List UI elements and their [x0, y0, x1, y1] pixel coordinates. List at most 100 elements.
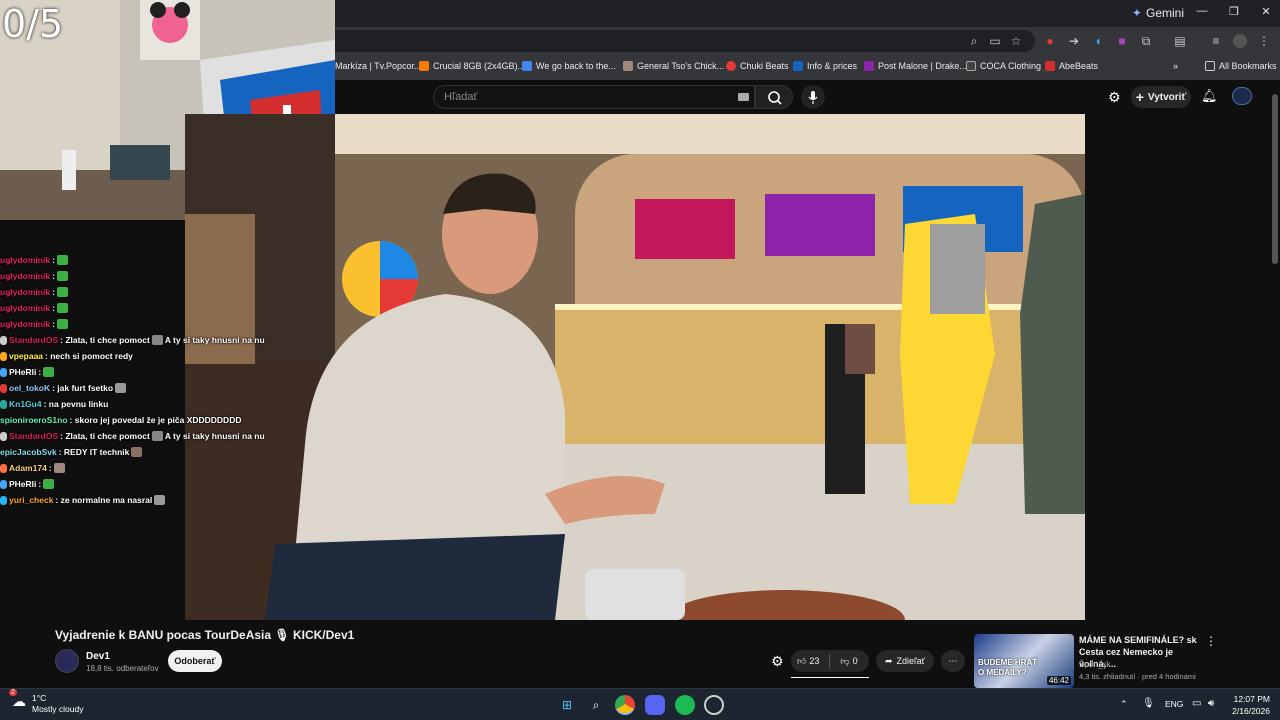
search-icon[interactable]: ⌕: [586, 695, 606, 715]
chat-username[interactable]: uglydominik: [0, 287, 50, 297]
bookmark-item[interactable]: We go back to the...: [522, 61, 616, 71]
chat-message: yuri_check: ze normalne ma nasral: [0, 492, 290, 508]
create-button[interactable]: + Vytvoriť: [1131, 86, 1191, 108]
bookmark-favicon-icon: [726, 61, 736, 71]
like-button[interactable]: 👍︎ 23: [797, 656, 819, 667]
microphone-tray-icon[interactable]: 🎙︎: [1142, 698, 1155, 709]
cast-icon[interactable]: ▭: [988, 34, 1002, 48]
user-badge-icon: [0, 351, 7, 361]
gear-icon[interactable]: ⚙: [771, 653, 784, 670]
chrome-icon[interactable]: [615, 695, 635, 715]
recommended-menu-icon[interactable]: ⋮: [1205, 634, 1217, 648]
share-label: Zdieľať: [896, 656, 926, 666]
system-clock[interactable]: 12:07 PM 2/16/2026: [1232, 693, 1270, 717]
video-frame: [185, 114, 1085, 620]
extensions-puzzle-icon[interactable]: ⧉: [1139, 34, 1153, 48]
chat-username[interactable]: uglydominik: [0, 255, 50, 265]
chat-username[interactable]: Kn1Gu4: [9, 399, 42, 409]
playlist-icon[interactable]: ≡: [1209, 34, 1223, 48]
dislike-button[interactable]: 👎︎ 0: [840, 656, 857, 667]
account-avatar[interactable]: [1232, 87, 1252, 105]
extension-purple-icon[interactable]: ■: [1115, 34, 1129, 48]
chat-emote-icon: [151, 335, 163, 345]
keyboard-icon[interactable]: [738, 93, 749, 101]
bookmark-favicon-icon: [623, 61, 633, 71]
notifications-bell-icon[interactable]: 🔔︎: [1201, 88, 1218, 104]
tray-chevron-icon[interactable]: ⌃: [1120, 699, 1128, 710]
steam-icon[interactable]: [704, 695, 724, 715]
chat-message: StandardOS: Zlata, ti chce pomoct A ty si…: [0, 428, 290, 444]
chat-message: epicJacobSvk: REDY IT technik: [0, 444, 290, 460]
chat-text: :: [52, 271, 55, 281]
chat-username[interactable]: PHeRli: [9, 367, 36, 377]
chat-username[interactable]: oel_tokoK: [9, 383, 50, 393]
chat-username[interactable]: epicJacobSvk: [0, 447, 57, 457]
gemini-icon: ✦: [1131, 6, 1142, 20]
subscribe-button[interactable]: Odoberať: [168, 650, 222, 672]
gear-icon[interactable]: ⚙: [1108, 89, 1121, 106]
chat-username[interactable]: spioniroeroS1no: [0, 415, 68, 425]
like-ratio-bar: [791, 677, 869, 678]
weather-description: Mostly cloudy: [32, 704, 84, 714]
profile-avatar[interactable]: [1233, 34, 1247, 48]
stream-chat: uglydominik : uglydominik : uglydominik :u…: [0, 252, 290, 512]
chat-username[interactable]: Adam174: [9, 463, 47, 473]
maximize-button[interactable]: ❐: [1224, 5, 1244, 21]
page-scrollbar[interactable]: [1272, 94, 1278, 264]
channel-avatar[interactable]: [55, 649, 79, 673]
search-icon: [768, 91, 782, 105]
chat-username[interactable]: uglydominik: [0, 319, 50, 329]
share-button[interactable]: ➦ Zdieľať: [876, 650, 934, 672]
chat-message: PHeRli:: [0, 476, 290, 492]
voice-search-button[interactable]: [801, 85, 825, 109]
recommended-thumbnail[interactable]: BUDEME HRAŤ O MEDAILY? 46:42: [974, 634, 1074, 688]
bookmark-item[interactable]: COCA Clothing: [966, 61, 1041, 71]
bookmarks-overflow-icon[interactable]: »: [1173, 61, 1178, 71]
chat-username[interactable]: StandardOS: [9, 431, 58, 441]
sidepanel-icon[interactable]: ▤: [1173, 34, 1187, 48]
bookmark-item[interactable]: AbeBeats: [1045, 61, 1098, 71]
zoom-icon[interactable]: ⌕: [967, 34, 981, 48]
recommended-channel[interactable]: Šport_sk: [1079, 660, 1111, 669]
minimize-button[interactable]: —: [1192, 5, 1212, 21]
chat-text: A ty si taky hnusni na nu: [164, 335, 265, 345]
discord-icon[interactable]: [645, 695, 665, 715]
volume-icon[interactable]: 🔊︎: [1208, 698, 1214, 709]
extension-red-icon[interactable]: ●: [1043, 34, 1057, 48]
bookmark-star-icon[interactable]: ☆: [1009, 34, 1023, 48]
start-windows-icon[interactable]: ⊞: [557, 695, 577, 715]
bookmark-item[interactable]: Crucial 8GB (2x4GB)...: [419, 61, 525, 71]
search-button[interactable]: [755, 85, 793, 109]
chat-username[interactable]: vpepaaa: [9, 351, 43, 361]
chat-emote-icon: [56, 287, 68, 297]
chat-username[interactable]: uglydominik: [0, 303, 50, 313]
close-window-button[interactable]: ✕: [1256, 5, 1276, 21]
all-bookmarks-button[interactable]: All Bookmarks: [1205, 61, 1277, 71]
address-bar[interactable]: [335, 30, 1035, 52]
bookmark-item[interactable]: Info & prices: [793, 61, 857, 71]
gemini-button[interactable]: ✦ Gemini: [1132, 6, 1184, 20]
search-input[interactable]: Hľadať: [433, 85, 755, 109]
more-actions-button[interactable]: ⋯: [941, 650, 965, 672]
chat-username[interactable]: StandardOS: [9, 335, 58, 345]
menu-kebab-icon[interactable]: ⋮: [1257, 34, 1271, 48]
chat-username[interactable]: PHeRli: [9, 479, 36, 489]
chat-username[interactable]: uglydominik: [0, 271, 50, 281]
bookmark-item[interactable]: Chuki Beats: [726, 61, 789, 71]
channel-name[interactable]: Dev1: [86, 651, 110, 662]
bookmark-favicon-icon: [522, 61, 532, 71]
weather-widget[interactable]: ☁ 2 1°C Mostly cloudy: [9, 689, 84, 715]
browser-titlebar: ✦ Gemini — ❐ ✕: [335, 0, 1280, 27]
user-badge-icon: [0, 367, 7, 377]
bookmark-item[interactable]: General Tso's Chick...: [623, 61, 724, 71]
chat-username[interactable]: yuri_check: [9, 495, 53, 505]
extension-arrow-icon[interactable]: ➔: [1067, 34, 1081, 48]
video-player[interactable]: [185, 114, 1085, 620]
language-indicator[interactable]: ENG: [1165, 699, 1183, 709]
bookmark-item[interactable]: Post Malone | Drake...: [864, 61, 967, 71]
extension-sound-icon[interactable]: ◖: [1091, 34, 1105, 48]
thumbs-down-icon: 👎︎: [840, 655, 850, 666]
bookmark-item[interactable]: Markíza | Tv.Popcor...: [335, 61, 422, 71]
spotify-icon[interactable]: [675, 695, 695, 715]
network-icon[interactable]: ▭: [1192, 698, 1201, 709]
